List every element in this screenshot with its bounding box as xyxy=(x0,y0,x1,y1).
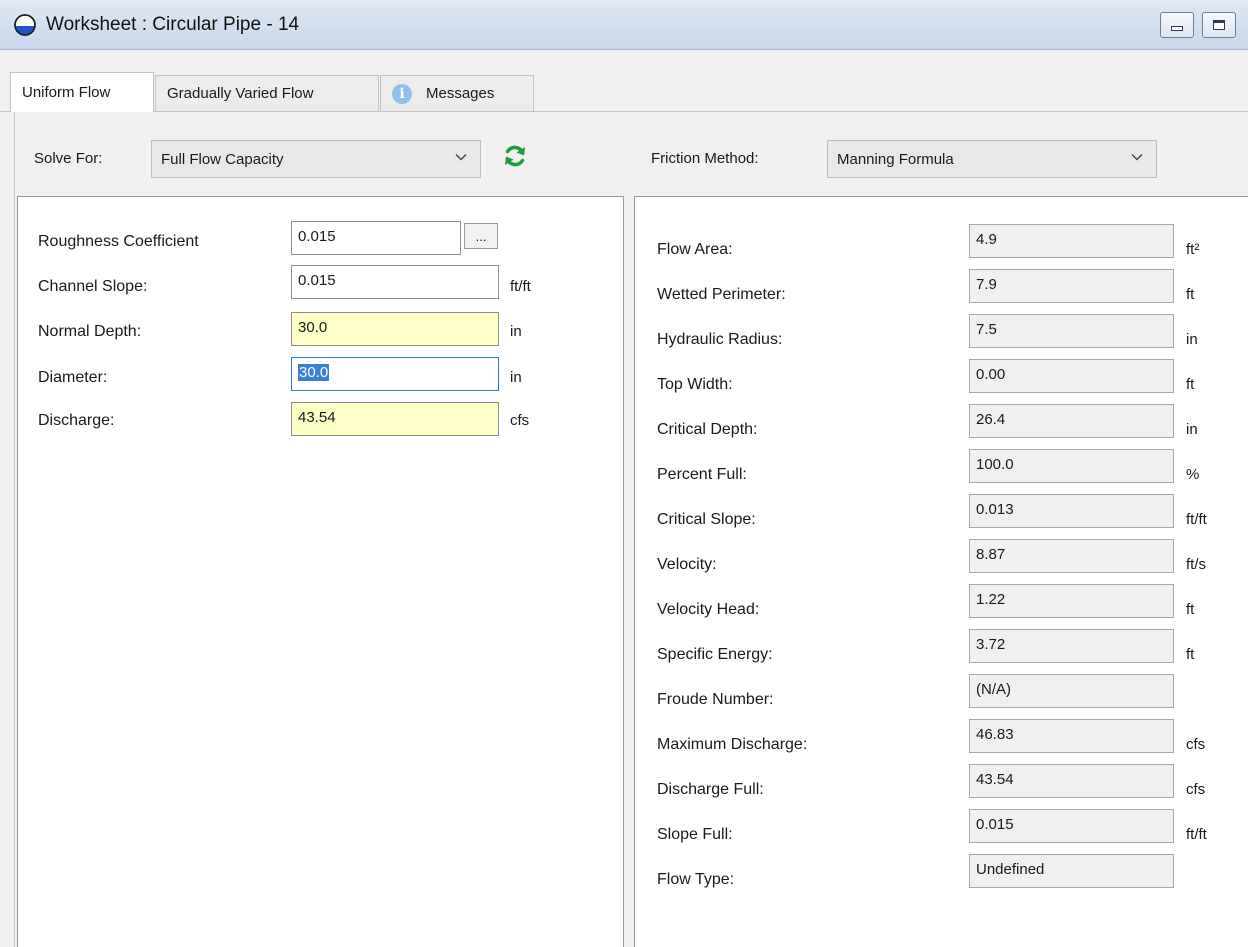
slope-full-unit: ft/ft xyxy=(1186,826,1207,843)
discharge-full-label: Discharge Full: xyxy=(657,781,764,798)
panel-splitter[interactable] xyxy=(624,196,634,947)
tab-label: Gradually Varied Flow xyxy=(167,85,314,102)
solve-for-dropdown[interactable]: Full Flow Capacity xyxy=(151,140,481,178)
top-width-unit: ft xyxy=(1186,376,1195,393)
roughness-browse-button[interactable]: ... xyxy=(464,223,498,249)
flow-type-value: Undefined xyxy=(969,854,1174,888)
critical-depth-label: Critical Depth: xyxy=(657,421,758,438)
normal-depth-field[interactable]: 30.0 xyxy=(291,312,499,346)
flow-area-value: 4.9 xyxy=(969,224,1174,258)
hydraulic-radius-value: 7.5 xyxy=(969,314,1174,348)
normal-depth-unit: in xyxy=(510,323,522,340)
froude-number-label: Froude Number: xyxy=(657,691,774,708)
maximum-discharge-label: Maximum Discharge: xyxy=(657,736,808,753)
friction-method-value: Manning Formula xyxy=(837,150,954,168)
diameter-selected-text: 30.0 xyxy=(298,364,330,381)
title-bar: Worksheet : Circular Pipe - 14 xyxy=(0,0,1248,50)
refresh-icon[interactable] xyxy=(502,143,528,169)
diameter-label: Diameter: xyxy=(38,369,108,386)
roughness-coefficient-label: Roughness Coefficient xyxy=(38,233,199,250)
channel-slope-field[interactable]: 0.015 xyxy=(291,265,499,299)
percent-full-unit: % xyxy=(1186,466,1200,483)
critical-depth-value: 26.4 xyxy=(969,404,1174,438)
tab-label: Messages xyxy=(426,85,495,102)
top-width-value: 0.00 xyxy=(969,359,1174,393)
slope-full-value: 0.015 xyxy=(969,809,1174,843)
wetted-perimeter-value: 7.9 xyxy=(969,269,1174,303)
hydraulic-radius-label: Hydraulic Radius: xyxy=(657,331,783,348)
info-icon: i xyxy=(392,83,412,104)
wetted-perimeter-label: Wetted Perimeter: xyxy=(657,286,786,303)
critical-slope-value: 0.013 xyxy=(969,494,1174,528)
critical-slope-label: Critical Slope: xyxy=(657,511,756,528)
tab-uniform-flow[interactable]: Uniform Flow xyxy=(10,72,154,112)
maximum-discharge-value: 46.83 xyxy=(969,719,1174,753)
specific-energy-label: Specific Energy: xyxy=(657,646,773,663)
velocity-value: 8.87 xyxy=(969,539,1174,573)
chevron-down-icon xyxy=(455,154,467,161)
specific-energy-unit: ft xyxy=(1186,646,1195,663)
flow-area-label: Flow Area: xyxy=(657,241,733,258)
slope-full-label: Slope Full: xyxy=(657,826,733,843)
window-title: Worksheet : Circular Pipe - 14 xyxy=(46,13,300,35)
froude-number-value: (N/A) xyxy=(969,674,1174,708)
flow-area-unit: ft² xyxy=(1186,241,1200,258)
tab-gradually-varied-flow[interactable]: Gradually Varied Flow xyxy=(155,75,379,111)
solve-for-value: Full Flow Capacity xyxy=(161,150,284,168)
velocity-head-label: Velocity Head: xyxy=(657,601,760,618)
friction-method-dropdown[interactable]: Manning Formula xyxy=(827,140,1157,178)
normal-depth-label: Normal Depth: xyxy=(38,323,142,340)
percent-full-value: 100.0 xyxy=(969,449,1174,483)
specific-energy-value: 3.72 xyxy=(969,629,1174,663)
tab-label: Uniform Flow xyxy=(22,84,111,101)
velocity-unit: ft/s xyxy=(1186,556,1207,573)
maximize-icon xyxy=(1213,20,1225,30)
velocity-label: Velocity: xyxy=(657,556,717,573)
velocity-head-unit: ft xyxy=(1186,601,1195,618)
wetted-perimeter-unit: ft xyxy=(1186,286,1195,303)
diameter-unit: in xyxy=(510,369,522,386)
worksheet-app-icon xyxy=(14,13,36,36)
solve-for-label: Solve For: xyxy=(34,150,103,167)
maximum-discharge-unit: cfs xyxy=(1186,736,1206,753)
minimize-icon xyxy=(1171,25,1183,31)
diameter-field[interactable]: 30.0 xyxy=(291,357,499,391)
discharge-label: Discharge: xyxy=(38,412,115,429)
top-width-label: Top Width: xyxy=(657,376,733,393)
tab-strip: Uniform Flow Gradually Varied Flow i Mes… xyxy=(0,50,1248,112)
discharge-full-value: 43.54 xyxy=(969,764,1174,798)
discharge-field[interactable]: 43.54 xyxy=(291,402,499,436)
maximize-button[interactable] xyxy=(1202,12,1236,38)
hydraulic-radius-unit: in xyxy=(1186,331,1198,348)
roughness-coefficient-field[interactable]: 0.015 xyxy=(291,221,461,255)
discharge-unit: cfs xyxy=(510,412,530,429)
tab-messages[interactable]: i Messages xyxy=(380,75,534,111)
chevron-down-icon xyxy=(1131,154,1143,161)
critical-slope-unit: ft/ft xyxy=(1186,511,1207,528)
discharge-full-unit: cfs xyxy=(1186,781,1206,798)
input-panel xyxy=(17,196,624,947)
flow-type-label: Flow Type: xyxy=(657,871,735,888)
minimize-button[interactable] xyxy=(1160,12,1194,38)
velocity-head-value: 1.22 xyxy=(969,584,1174,618)
channel-slope-unit: ft/ft xyxy=(510,278,531,295)
friction-method-label: Friction Method: xyxy=(651,150,759,167)
percent-full-label: Percent Full: xyxy=(657,466,747,483)
critical-depth-unit: in xyxy=(1186,421,1198,438)
channel-slope-label: Channel Slope: xyxy=(38,278,148,295)
